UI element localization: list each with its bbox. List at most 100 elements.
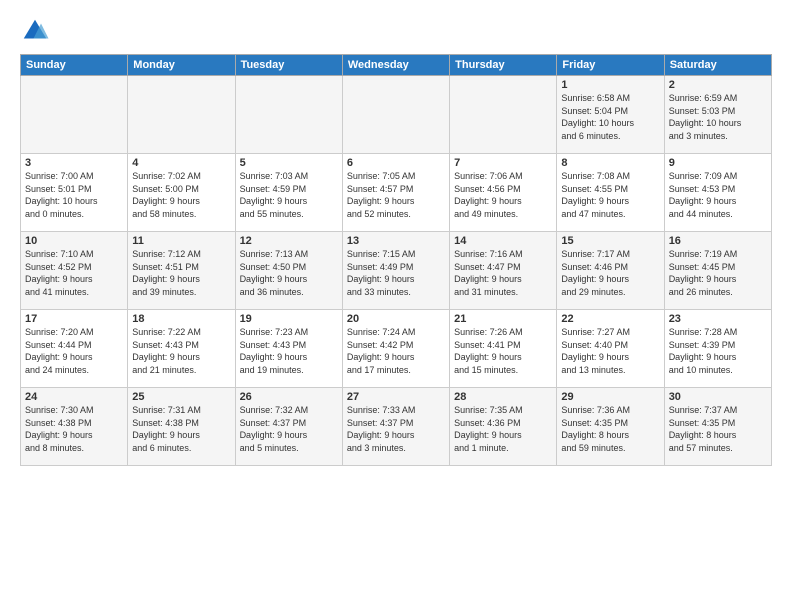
calendar-cell: 9Sunrise: 7:09 AMSunset: 4:53 PMDaylight… xyxy=(664,154,771,232)
day-info: Sunrise: 7:27 AMSunset: 4:40 PMDaylight:… xyxy=(561,326,659,376)
day-number: 8 xyxy=(561,157,659,169)
week-row-4: 17Sunrise: 7:20 AMSunset: 4:44 PMDayligh… xyxy=(21,310,772,388)
day-info: Sunrise: 7:28 AMSunset: 4:39 PMDaylight:… xyxy=(669,326,767,376)
day-number: 28 xyxy=(454,391,552,403)
calendar-cell: 30Sunrise: 7:37 AMSunset: 4:35 PMDayligh… xyxy=(664,388,771,466)
day-info: Sunrise: 7:22 AMSunset: 4:43 PMDaylight:… xyxy=(132,326,230,376)
weekday-header-row: SundayMondayTuesdayWednesdayThursdayFrid… xyxy=(21,55,772,76)
day-info: Sunrise: 7:12 AMSunset: 4:51 PMDaylight:… xyxy=(132,248,230,298)
weekday-header-saturday: Saturday xyxy=(664,55,771,76)
day-info: Sunrise: 7:03 AMSunset: 4:59 PMDaylight:… xyxy=(240,170,338,220)
calendar-cell: 20Sunrise: 7:24 AMSunset: 4:42 PMDayligh… xyxy=(342,310,449,388)
week-row-5: 24Sunrise: 7:30 AMSunset: 4:38 PMDayligh… xyxy=(21,388,772,466)
day-info: Sunrise: 7:36 AMSunset: 4:35 PMDaylight:… xyxy=(561,404,659,454)
day-number: 9 xyxy=(669,157,767,169)
day-info: Sunrise: 6:59 AMSunset: 5:03 PMDaylight:… xyxy=(669,92,767,142)
weekday-header-friday: Friday xyxy=(557,55,664,76)
week-row-2: 3Sunrise: 7:00 AMSunset: 5:01 PMDaylight… xyxy=(21,154,772,232)
calendar-cell: 24Sunrise: 7:30 AMSunset: 4:38 PMDayligh… xyxy=(21,388,128,466)
logo xyxy=(20,16,54,46)
calendar-cell: 5Sunrise: 7:03 AMSunset: 4:59 PMDaylight… xyxy=(235,154,342,232)
calendar-cell: 6Sunrise: 7:05 AMSunset: 4:57 PMDaylight… xyxy=(342,154,449,232)
calendar-cell: 19Sunrise: 7:23 AMSunset: 4:43 PMDayligh… xyxy=(235,310,342,388)
day-number: 30 xyxy=(669,391,767,403)
weekday-header-monday: Monday xyxy=(128,55,235,76)
calendar-cell xyxy=(128,76,235,154)
day-info: Sunrise: 7:16 AMSunset: 4:47 PMDaylight:… xyxy=(454,248,552,298)
calendar: SundayMondayTuesdayWednesdayThursdayFrid… xyxy=(20,54,772,466)
week-row-1: 1Sunrise: 6:58 AMSunset: 5:04 PMDaylight… xyxy=(21,76,772,154)
day-number: 27 xyxy=(347,391,445,403)
calendar-cell: 26Sunrise: 7:32 AMSunset: 4:37 PMDayligh… xyxy=(235,388,342,466)
day-number: 1 xyxy=(561,79,659,91)
calendar-cell: 1Sunrise: 6:58 AMSunset: 5:04 PMDaylight… xyxy=(557,76,664,154)
calendar-cell: 16Sunrise: 7:19 AMSunset: 4:45 PMDayligh… xyxy=(664,232,771,310)
calendar-cell: 29Sunrise: 7:36 AMSunset: 4:35 PMDayligh… xyxy=(557,388,664,466)
day-info: Sunrise: 7:15 AMSunset: 4:49 PMDaylight:… xyxy=(347,248,445,298)
weekday-header-tuesday: Tuesday xyxy=(235,55,342,76)
day-number: 29 xyxy=(561,391,659,403)
day-info: Sunrise: 6:58 AMSunset: 5:04 PMDaylight:… xyxy=(561,92,659,142)
day-info: Sunrise: 7:23 AMSunset: 4:43 PMDaylight:… xyxy=(240,326,338,376)
day-number: 3 xyxy=(25,157,123,169)
day-info: Sunrise: 7:20 AMSunset: 4:44 PMDaylight:… xyxy=(25,326,123,376)
page: SundayMondayTuesdayWednesdayThursdayFrid… xyxy=(0,0,792,612)
day-info: Sunrise: 7:06 AMSunset: 4:56 PMDaylight:… xyxy=(454,170,552,220)
day-number: 15 xyxy=(561,235,659,247)
calendar-cell: 14Sunrise: 7:16 AMSunset: 4:47 PMDayligh… xyxy=(450,232,557,310)
calendar-cell: 10Sunrise: 7:10 AMSunset: 4:52 PMDayligh… xyxy=(21,232,128,310)
day-info: Sunrise: 7:19 AMSunset: 4:45 PMDaylight:… xyxy=(669,248,767,298)
day-info: Sunrise: 7:09 AMSunset: 4:53 PMDaylight:… xyxy=(669,170,767,220)
calendar-cell xyxy=(235,76,342,154)
calendar-cell: 22Sunrise: 7:27 AMSunset: 4:40 PMDayligh… xyxy=(557,310,664,388)
day-info: Sunrise: 7:08 AMSunset: 4:55 PMDaylight:… xyxy=(561,170,659,220)
calendar-cell: 12Sunrise: 7:13 AMSunset: 4:50 PMDayligh… xyxy=(235,232,342,310)
calendar-cell: 18Sunrise: 7:22 AMSunset: 4:43 PMDayligh… xyxy=(128,310,235,388)
day-info: Sunrise: 7:33 AMSunset: 4:37 PMDaylight:… xyxy=(347,404,445,454)
calendar-cell: 23Sunrise: 7:28 AMSunset: 4:39 PMDayligh… xyxy=(664,310,771,388)
calendar-cell: 28Sunrise: 7:35 AMSunset: 4:36 PMDayligh… xyxy=(450,388,557,466)
day-number: 5 xyxy=(240,157,338,169)
day-info: Sunrise: 7:02 AMSunset: 5:00 PMDaylight:… xyxy=(132,170,230,220)
day-info: Sunrise: 7:32 AMSunset: 4:37 PMDaylight:… xyxy=(240,404,338,454)
day-info: Sunrise: 7:30 AMSunset: 4:38 PMDaylight:… xyxy=(25,404,123,454)
logo-icon xyxy=(20,16,50,46)
day-number: 20 xyxy=(347,313,445,325)
day-info: Sunrise: 7:10 AMSunset: 4:52 PMDaylight:… xyxy=(25,248,123,298)
calendar-cell: 15Sunrise: 7:17 AMSunset: 4:46 PMDayligh… xyxy=(557,232,664,310)
day-info: Sunrise: 7:00 AMSunset: 5:01 PMDaylight:… xyxy=(25,170,123,220)
calendar-cell: 3Sunrise: 7:00 AMSunset: 5:01 PMDaylight… xyxy=(21,154,128,232)
day-number: 7 xyxy=(454,157,552,169)
weekday-header-wednesday: Wednesday xyxy=(342,55,449,76)
day-number: 23 xyxy=(669,313,767,325)
day-number: 6 xyxy=(347,157,445,169)
calendar-cell: 17Sunrise: 7:20 AMSunset: 4:44 PMDayligh… xyxy=(21,310,128,388)
day-info: Sunrise: 7:37 AMSunset: 4:35 PMDaylight:… xyxy=(669,404,767,454)
day-number: 13 xyxy=(347,235,445,247)
day-number: 22 xyxy=(561,313,659,325)
calendar-cell: 4Sunrise: 7:02 AMSunset: 5:00 PMDaylight… xyxy=(128,154,235,232)
day-number: 4 xyxy=(132,157,230,169)
day-info: Sunrise: 7:26 AMSunset: 4:41 PMDaylight:… xyxy=(454,326,552,376)
calendar-cell: 21Sunrise: 7:26 AMSunset: 4:41 PMDayligh… xyxy=(450,310,557,388)
day-info: Sunrise: 7:24 AMSunset: 4:42 PMDaylight:… xyxy=(347,326,445,376)
header-area xyxy=(20,16,772,46)
day-info: Sunrise: 7:13 AMSunset: 4:50 PMDaylight:… xyxy=(240,248,338,298)
calendar-cell xyxy=(342,76,449,154)
day-number: 19 xyxy=(240,313,338,325)
day-number: 14 xyxy=(454,235,552,247)
week-row-3: 10Sunrise: 7:10 AMSunset: 4:52 PMDayligh… xyxy=(21,232,772,310)
calendar-cell xyxy=(450,76,557,154)
day-number: 18 xyxy=(132,313,230,325)
calendar-cell: 8Sunrise: 7:08 AMSunset: 4:55 PMDaylight… xyxy=(557,154,664,232)
day-info: Sunrise: 7:35 AMSunset: 4:36 PMDaylight:… xyxy=(454,404,552,454)
day-info: Sunrise: 7:17 AMSunset: 4:46 PMDaylight:… xyxy=(561,248,659,298)
day-number: 10 xyxy=(25,235,123,247)
day-info: Sunrise: 7:31 AMSunset: 4:38 PMDaylight:… xyxy=(132,404,230,454)
weekday-header-sunday: Sunday xyxy=(21,55,128,76)
day-number: 25 xyxy=(132,391,230,403)
day-number: 12 xyxy=(240,235,338,247)
calendar-cell: 27Sunrise: 7:33 AMSunset: 4:37 PMDayligh… xyxy=(342,388,449,466)
calendar-cell: 11Sunrise: 7:12 AMSunset: 4:51 PMDayligh… xyxy=(128,232,235,310)
day-info: Sunrise: 7:05 AMSunset: 4:57 PMDaylight:… xyxy=(347,170,445,220)
